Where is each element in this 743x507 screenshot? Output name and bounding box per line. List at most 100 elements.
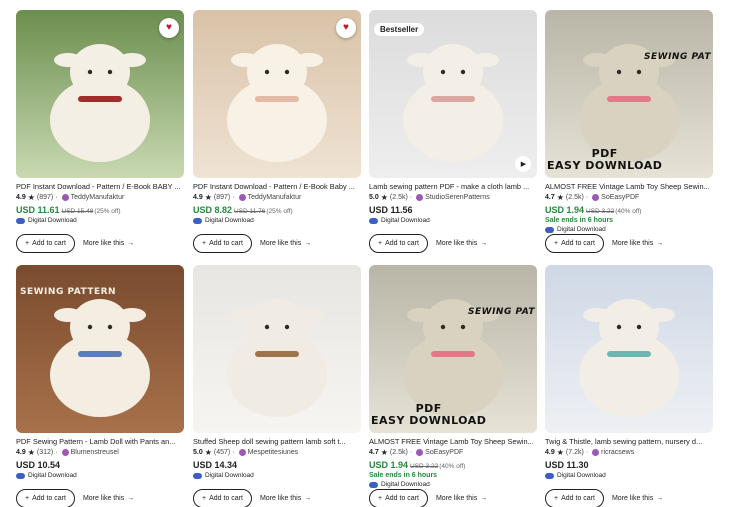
rating-row: 5.0 ★ (457) · Mespetitesiunes bbox=[193, 448, 361, 457]
shop-name[interactable]: SoEasyPDF bbox=[601, 194, 639, 201]
add-to-cart-button[interactable]: + Add to cart bbox=[16, 234, 75, 253]
more-like-this-label: More like this bbox=[435, 495, 478, 502]
shop-name[interactable]: Blumenstreusel bbox=[71, 449, 119, 456]
more-like-this-label: More like this bbox=[82, 240, 125, 247]
add-to-cart-label: Add to cart bbox=[561, 240, 595, 247]
listing-title[interactable]: PDF Instant Download - Pattern / E-Book … bbox=[16, 182, 184, 191]
add-to-cart-button[interactable]: + Add to cart bbox=[545, 489, 604, 507]
listing-card[interactable]: Stuffed Sheep doll sewing pattern lamb s… bbox=[193, 265, 361, 507]
price-row: USD 14.34 bbox=[193, 460, 361, 470]
favorite-heart-icon[interactable]: ♥ bbox=[336, 18, 356, 38]
original-price: USD 3.22 bbox=[410, 463, 439, 470]
image-overlay-heading: SEWING PATTERN bbox=[20, 287, 117, 297]
listing-card[interactable]: SEWING PAT PDF EASY DOWNLOAD ALMOST FREE… bbox=[369, 265, 537, 507]
listing-image[interactable]: SEWING PAT PDF EASY DOWNLOAD bbox=[369, 265, 537, 433]
shop-name[interactable]: Mespetitesiunes bbox=[248, 449, 299, 456]
listing-title[interactable]: Twig & Thistle, lamb sewing pattern, nur… bbox=[545, 437, 713, 446]
review-count: (897) bbox=[213, 194, 231, 201]
listing-image[interactable]: ♥ bbox=[16, 10, 184, 178]
current-price: USD 11.56 bbox=[369, 205, 413, 215]
plus-icon: + bbox=[25, 240, 30, 247]
more-like-this-link[interactable]: More like this → bbox=[83, 240, 134, 247]
shop-name[interactable]: TeddyManufaktur bbox=[248, 194, 302, 201]
rating-value: 4.9 bbox=[193, 194, 203, 201]
card-actions: + Add to cart More like this → bbox=[369, 489, 487, 507]
add-to-cart-button[interactable]: + Add to cart bbox=[193, 489, 252, 507]
more-like-this-link[interactable]: More like this → bbox=[83, 495, 134, 502]
price-row: USD 11.56 bbox=[369, 205, 537, 215]
add-to-cart-button[interactable]: + Add to cart bbox=[193, 234, 252, 253]
more-like-this-link[interactable]: More like this → bbox=[436, 495, 487, 502]
digital-download-tag: Digital Download bbox=[16, 472, 184, 479]
cloud-download-icon bbox=[193, 472, 202, 479]
more-like-this-link[interactable]: More like this → bbox=[436, 240, 487, 247]
star-icon: ★ bbox=[380, 193, 388, 202]
shop-icon bbox=[238, 194, 246, 201]
favorite-heart-icon[interactable]: ♥ bbox=[159, 18, 179, 38]
image-overlay-caption: PDF EASY DOWNLOAD bbox=[371, 401, 487, 427]
current-price: USD 11.30 bbox=[545, 460, 589, 470]
shop-name[interactable]: TeddyManufaktur bbox=[71, 194, 125, 201]
discount-percent: (25% off) bbox=[94, 208, 121, 215]
arrow-right-icon: → bbox=[304, 240, 312, 247]
more-like-this-link[interactable]: More like this → bbox=[260, 240, 311, 247]
play-video-icon[interactable]: ▶ bbox=[515, 156, 531, 172]
listing-card[interactable]: SEWING PAT PDF EASY DOWNLOAD ALMOST FREE… bbox=[545, 10, 713, 253]
listing-card[interactable]: Bestseller ▶ Lamb sewing pattern PDF - ma… bbox=[369, 10, 537, 253]
listing-title[interactable]: PDF Instant Download - Pattern / E-Book … bbox=[193, 182, 361, 191]
listing-card[interactable]: SEWING PATTERN PDF Sewing Pattern - Lamb… bbox=[16, 265, 184, 507]
listing-title[interactable]: ALMOST FREE Vintage Lamb Toy Sheep Sewin… bbox=[545, 182, 713, 191]
card-actions: + Add to cart More like this → bbox=[16, 234, 134, 253]
current-price: USD 10.54 bbox=[16, 460, 61, 470]
separator: · bbox=[409, 449, 413, 456]
listing-card[interactable]: Twig & Thistle, lamb sewing pattern, nur… bbox=[545, 265, 713, 507]
separator: · bbox=[55, 449, 58, 456]
add-to-cart-label: Add to cart bbox=[385, 495, 419, 502]
listing-title[interactable]: Lamb sewing pattern PDF - make a cloth l… bbox=[369, 182, 537, 191]
listing-image[interactable]: Bestseller ▶ bbox=[369, 10, 537, 178]
listing-row-2: SEWING PATTERN PDF Sewing Pattern - Lamb… bbox=[16, 265, 716, 507]
shop-name[interactable]: StudioSerenPatterns bbox=[425, 194, 490, 201]
rating-row: 4.9 ★ (897) · TeddyManufaktur bbox=[16, 193, 184, 202]
price-row: USD 1.94 USD 3.22(40% off) bbox=[545, 205, 713, 215]
add-to-cart-button[interactable]: + Add to cart bbox=[369, 234, 428, 253]
listing-title[interactable]: ALMOST FREE Vintage Lamb Toy Sheep Sewin… bbox=[369, 437, 537, 446]
more-like-this-label: More like this bbox=[611, 495, 654, 502]
add-to-cart-button[interactable]: + Add to cart bbox=[369, 489, 428, 507]
separator: · bbox=[232, 194, 235, 201]
listing-image[interactable] bbox=[193, 265, 361, 433]
shop-name[interactable]: ricracsews bbox=[601, 449, 634, 456]
shop-name[interactable]: SoEasyPDF bbox=[425, 449, 463, 456]
rating-value: 4.7 bbox=[545, 194, 555, 201]
image-overlay-caption: PDF EASY DOWNLOAD bbox=[547, 146, 663, 172]
arrow-right-icon: → bbox=[656, 240, 664, 247]
shop-icon bbox=[592, 449, 600, 456]
more-like-this-label: More like this bbox=[259, 495, 302, 502]
listing-image[interactable]: ♥ bbox=[193, 10, 361, 178]
digital-download-label: Digital Download bbox=[28, 472, 77, 479]
add-to-cart-button[interactable]: + Add to cart bbox=[16, 489, 75, 507]
more-like-this-link[interactable]: More like this → bbox=[260, 495, 311, 502]
listing-row-1: ♥ PDF Instant Download - Pattern / E-Boo… bbox=[16, 10, 716, 270]
star-icon: ★ bbox=[380, 448, 388, 457]
digital-download-tag: Digital Download bbox=[193, 217, 361, 224]
digital-download-label: Digital Download bbox=[557, 226, 606, 233]
listing-image[interactable] bbox=[545, 265, 713, 433]
arrow-right-icon: → bbox=[480, 495, 488, 502]
more-like-this-link[interactable]: More like this → bbox=[612, 495, 663, 502]
listing-card[interactable]: ♥ PDF Instant Download - Pattern / E-Boo… bbox=[16, 10, 184, 253]
original-price: USD 11.76 bbox=[234, 208, 266, 215]
rating-row: 4.9 ★ (312) · Blumenstreusel bbox=[16, 448, 184, 457]
listing-image[interactable]: SEWING PATTERN bbox=[16, 265, 184, 433]
arrow-right-icon: → bbox=[127, 240, 135, 247]
more-like-this-link[interactable]: More like this → bbox=[612, 240, 663, 247]
star-icon: ★ bbox=[556, 448, 564, 457]
listing-title[interactable]: Stuffed Sheep doll sewing pattern lamb s… bbox=[193, 437, 361, 446]
add-to-cart-label: Add to cart bbox=[32, 240, 66, 247]
add-to-cart-button[interactable]: + Add to cart bbox=[545, 234, 604, 253]
listing-card[interactable]: ♥ PDF Instant Download - Pattern / E-Boo… bbox=[193, 10, 361, 253]
listing-photo bbox=[545, 265, 713, 433]
listing-image[interactable]: SEWING PAT PDF EASY DOWNLOAD bbox=[545, 10, 713, 178]
listing-title[interactable]: PDF Sewing Pattern - Lamb Doll with Pant… bbox=[16, 437, 184, 446]
rating-value: 4.7 bbox=[369, 449, 379, 456]
